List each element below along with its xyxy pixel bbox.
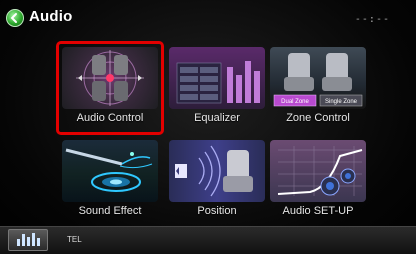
audio-control-icon — [62, 47, 158, 109]
back-button[interactable] — [6, 9, 24, 27]
tile-audio-setup[interactable]: Audio SET-UP — [264, 134, 372, 228]
page-title: Audio — [29, 8, 73, 25]
tile-label: Equalizer — [194, 112, 240, 124]
sound-effect-icon — [62, 140, 158, 202]
tel-label[interactable]: TEL — [67, 235, 82, 244]
single-zone-label: Single Zone — [325, 99, 358, 105]
bar-icon — [17, 239, 20, 246]
tile-label: Sound Effect — [78, 205, 142, 217]
position-icon — [169, 140, 265, 202]
tile-label: Audio Control — [76, 112, 144, 124]
tile-label: Audio SET-UP — [282, 205, 354, 217]
bar-icon — [27, 237, 30, 246]
bar-icon — [32, 233, 35, 246]
dual-zone-label: Dual Zone — [281, 99, 309, 105]
bar-icon — [37, 238, 40, 246]
equalizer-icon — [169, 47, 265, 109]
bar-icon — [22, 234, 25, 246]
tile-position[interactable]: Position — [163, 134, 271, 228]
footer-bar: TEL — [0, 226, 416, 254]
clock-display: --:-- — [354, 14, 390, 25]
tile-sound-effect[interactable]: Sound Effect — [56, 134, 164, 228]
tile-label: Zone Control — [286, 112, 350, 124]
back-arrow-icon — [10, 13, 17, 23]
tile-label: Position — [197, 205, 237, 217]
tile-audio-control[interactable]: Audio Control — [56, 41, 164, 135]
zone-control-icon: Dual Zone Single Zone — [270, 47, 366, 109]
tile-zone-control[interactable]: Dual Zone Single Zone Zone Control — [264, 41, 372, 135]
audio-setup-icon — [270, 140, 366, 202]
tile-equalizer[interactable]: Equalizer — [163, 41, 271, 135]
audio-screen: Audio --:-- Audio Control Equalizer Dual… — [0, 0, 416, 254]
audio-menu-button[interactable] — [8, 229, 48, 251]
